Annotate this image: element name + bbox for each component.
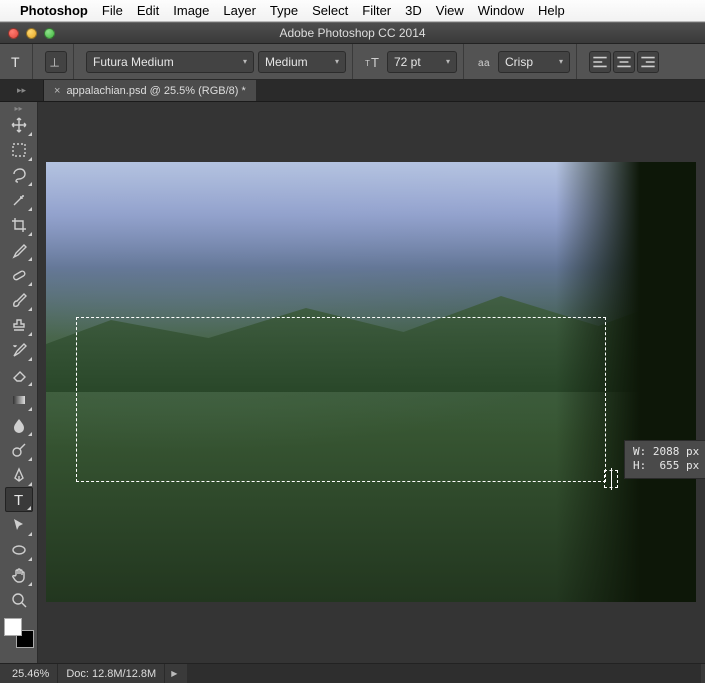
- type-tool[interactable]: [5, 487, 33, 512]
- path-select-tool[interactable]: [5, 512, 33, 537]
- doc-info[interactable]: Doc: 12.8M/12.8M: [58, 664, 165, 683]
- menu-filter[interactable]: Filter: [362, 3, 391, 18]
- svg-text:T: T: [371, 55, 379, 70]
- align-left-button[interactable]: [589, 51, 611, 73]
- font-style-value: Medium: [265, 55, 308, 69]
- document-tabbar: ▸▸ × appalachian.psd @ 25.5% (RGB/8) *: [0, 80, 705, 102]
- menu-layer[interactable]: Layer: [223, 3, 256, 18]
- text-insertion-cursor: [604, 470, 618, 488]
- svg-text:⊥: ⊥: [49, 55, 60, 69]
- foreground-color-swatch[interactable]: [4, 618, 22, 636]
- shape-tool[interactable]: [5, 537, 33, 562]
- menu-type[interactable]: Type: [270, 3, 298, 18]
- align-right-button[interactable]: [637, 51, 659, 73]
- brush-tool[interactable]: [5, 287, 33, 312]
- svg-text:T: T: [11, 54, 20, 70]
- crop-tool[interactable]: [5, 212, 33, 237]
- font-size-dropdown[interactable]: 72 pt ▾: [387, 51, 457, 73]
- tab-close-icon[interactable]: ×: [54, 85, 60, 97]
- svg-text:T: T: [365, 59, 370, 68]
- pen-tool[interactable]: [5, 462, 33, 487]
- menu-3d[interactable]: 3D: [405, 3, 422, 18]
- toolbox: ▸▸: [0, 102, 38, 663]
- canvas-area[interactable]: W: 2088 px H: 655 px: [38, 102, 705, 663]
- healing-brush-tool[interactable]: [5, 262, 33, 287]
- font-family-value: Futura Medium: [93, 55, 174, 69]
- window-titlebar: Adobe Photoshop CC 2014: [0, 22, 705, 44]
- window-zoom-button[interactable]: [44, 28, 55, 39]
- window-minimize-button[interactable]: [26, 28, 37, 39]
- options-bar: T ⊥ Futura Medium ▾ Medium ▾ TT 72 pt ▾ …: [0, 44, 705, 80]
- lasso-tool[interactable]: [5, 162, 33, 187]
- move-tool[interactable]: [5, 112, 33, 137]
- text-orientation-toggle[interactable]: ⊥: [45, 51, 67, 73]
- toolbox-grip[interactable]: ▸▸: [0, 104, 37, 112]
- eraser-tool[interactable]: [5, 362, 33, 387]
- antialias-value: Crisp: [505, 55, 533, 69]
- hand-tool[interactable]: [5, 562, 33, 587]
- chevron-down-icon: ▾: [446, 57, 450, 66]
- window-title: Adobe Photoshop CC 2014: [0, 26, 705, 40]
- text-bounding-box[interactable]: [76, 317, 606, 482]
- status-bar: 25.46% Doc: 12.8M/12.8M ▶: [0, 663, 705, 683]
- zoom-level[interactable]: 25.46%: [4, 664, 58, 683]
- font-size-value: 72 pt: [394, 55, 421, 69]
- dodge-tool[interactable]: [5, 437, 33, 462]
- dimensions-tooltip: W: 2088 px H: 655 px: [624, 440, 705, 479]
- menu-select[interactable]: Select: [312, 3, 348, 18]
- blur-tool[interactable]: [5, 412, 33, 437]
- font-size-icon: TT: [365, 53, 383, 71]
- document-canvas[interactable]: W: 2088 px H: 655 px: [46, 162, 696, 602]
- clone-stamp-tool[interactable]: [5, 312, 33, 337]
- document-tab[interactable]: × appalachian.psd @ 25.5% (RGB/8) *: [44, 80, 257, 101]
- chevron-down-icon: ▾: [335, 57, 339, 66]
- font-family-dropdown[interactable]: Futura Medium ▾: [86, 51, 254, 73]
- align-center-button[interactable]: [613, 51, 635, 73]
- eyedropper-tool[interactable]: [5, 237, 33, 262]
- status-menu-icon[interactable]: ▶: [165, 669, 183, 678]
- current-tool-icon: T: [8, 53, 26, 71]
- chevron-down-icon: ▾: [559, 57, 563, 66]
- gradient-tool[interactable]: [5, 387, 33, 412]
- menu-image[interactable]: Image: [173, 3, 209, 18]
- app-menu[interactable]: Photoshop: [20, 3, 88, 18]
- color-swatches[interactable]: [4, 618, 34, 648]
- menu-file[interactable]: File: [102, 3, 123, 18]
- window-close-button[interactable]: [8, 28, 19, 39]
- antialias-dropdown[interactable]: Crisp ▾: [498, 51, 570, 73]
- chevron-down-icon: ▾: [243, 57, 247, 66]
- tabbar-handle[interactable]: ▸▸: [0, 80, 44, 101]
- font-style-dropdown[interactable]: Medium ▾: [258, 51, 346, 73]
- menu-window[interactable]: Window: [478, 3, 524, 18]
- svg-text:a: a: [484, 58, 490, 69]
- menu-help[interactable]: Help: [538, 3, 565, 18]
- menu-view[interactable]: View: [436, 3, 464, 18]
- macos-menubar: Photoshop File Edit Image Layer Type Sel…: [0, 0, 705, 22]
- marquee-tool[interactable]: [5, 137, 33, 162]
- antialias-icon: aa: [476, 53, 494, 71]
- tab-label: appalachian.psd @ 25.5% (RGB/8) *: [66, 85, 245, 97]
- status-filler: [187, 664, 701, 683]
- menu-edit[interactable]: Edit: [137, 3, 159, 18]
- quick-select-tool[interactable]: [5, 187, 33, 212]
- zoom-tool[interactable]: [5, 587, 33, 612]
- history-brush-tool[interactable]: [5, 337, 33, 362]
